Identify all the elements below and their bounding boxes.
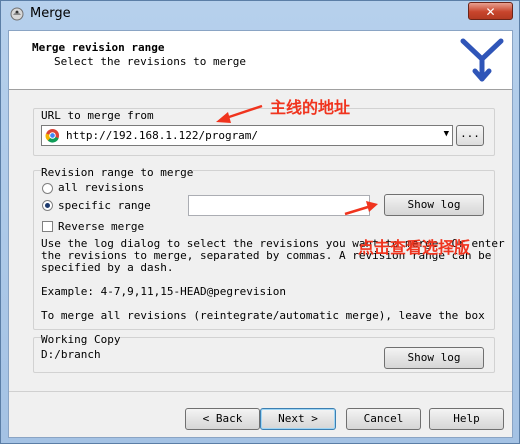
url-value: http://192.168.1.122/program/ — [66, 129, 259, 142]
browse-url-button[interactable]: ... — [456, 125, 484, 146]
radio-all-revisions[interactable] — [42, 183, 53, 194]
merge-arrows-icon — [460, 38, 504, 82]
back-button[interactable]: < Back — [185, 408, 260, 430]
next-button[interactable]: Next > — [260, 408, 336, 430]
reverse-merge-label[interactable]: Reverse merge — [58, 220, 144, 233]
revision-range-input[interactable] — [188, 195, 370, 216]
all-revisions-label[interactable]: all revisions — [58, 181, 144, 194]
wizard-header: Merge revision range Select the revision… — [9, 31, 512, 90]
page-subtitle: Select the revisions to merge — [54, 55, 247, 68]
url-group-label: URL to merge from — [41, 109, 154, 122]
reverse-merge-checkbox[interactable] — [42, 221, 53, 232]
title-bar[interactable]: Merge ✕ — [1, 1, 519, 27]
window-title: Merge — [30, 6, 71, 21]
cancel-button[interactable]: Cancel — [346, 408, 421, 430]
radio-specific-range[interactable] — [42, 200, 53, 211]
chrome-icon — [45, 128, 60, 143]
working-copy-show-log-button[interactable]: Show log — [384, 347, 484, 369]
revision-range-label: Revision range to merge — [41, 166, 194, 179]
url-annotation: 主线的地址 — [270, 98, 351, 117]
log-annotation: 点击查看选择版 — [358, 238, 471, 257]
close-button[interactable]: ✕ — [468, 2, 513, 20]
footer-divider — [9, 391, 512, 392]
page-title: Merge revision range — [32, 41, 165, 54]
url-combobox[interactable]: http://192.168.1.122/program/ ▼ — [41, 125, 453, 146]
working-copy-label: Working Copy — [41, 333, 121, 346]
reintegrate-note: To merge all revisions (reintegrate/auto… — [41, 309, 485, 322]
show-log-button[interactable]: Show log — [384, 194, 484, 216]
example-text: Example: 4-7,9,11,15-HEAD@pegrevision — [41, 285, 287, 298]
tortoise-svn-icon — [10, 7, 24, 21]
merge-dialog-window: Merge ✕ Merge revision range Select the … — [0, 0, 520, 444]
help-button[interactable]: Help — [429, 408, 504, 430]
specific-range-label[interactable]: specific range — [58, 199, 151, 212]
help-text-line-3: specified by a dash. — [41, 261, 174, 274]
working-copy-path: D:/branch — [41, 348, 101, 361]
chevron-down-icon[interactable]: ▼ — [444, 129, 449, 139]
